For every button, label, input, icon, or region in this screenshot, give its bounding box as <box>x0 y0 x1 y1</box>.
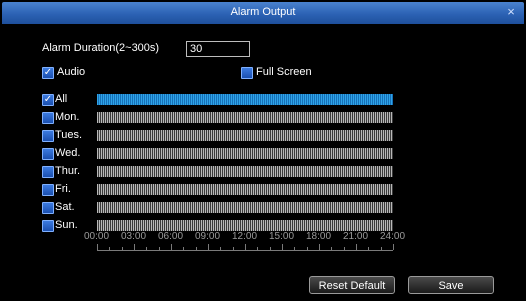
day-checkbox[interactable] <box>42 202 54 214</box>
major-tick <box>356 244 357 250</box>
day-label: All <box>55 93 68 105</box>
minor-tick <box>270 247 271 250</box>
day-checkbox[interactable] <box>42 220 54 232</box>
major-tick <box>282 244 283 250</box>
day-label: Fri. <box>55 183 71 195</box>
schedule-bar[interactable] <box>97 220 393 231</box>
day-label: Sun. <box>55 219 78 231</box>
day-label: Sat. <box>55 201 75 213</box>
schedule-bar[interactable] <box>97 166 393 177</box>
minor-tick <box>381 247 382 250</box>
time-label: 24:00 <box>380 231 406 242</box>
time-label: 21:00 <box>343 231 369 242</box>
major-tick <box>134 244 135 250</box>
minor-tick <box>294 247 295 250</box>
checkbox-icon: ✓ <box>43 67 53 78</box>
save-button[interactable]: Save <box>408 276 494 294</box>
day-label: Wed. <box>55 147 81 159</box>
time-label: 12:00 <box>232 231 258 242</box>
minor-tick <box>331 247 332 250</box>
day-checkbox[interactable]: ✓ <box>42 94 54 106</box>
time-label: 06:00 <box>158 231 184 242</box>
major-tick <box>319 244 320 250</box>
time-label: 03:00 <box>121 231 147 242</box>
major-tick <box>208 244 209 250</box>
day-label: Mon. <box>55 111 80 123</box>
full-screen-checkbox[interactable] <box>241 67 253 79</box>
time-axis <box>97 250 393 251</box>
time-label: 09:00 <box>195 231 221 242</box>
major-tick <box>171 244 172 250</box>
day-label: Tues. <box>55 129 83 141</box>
minor-tick <box>307 247 308 250</box>
minor-tick <box>159 247 160 250</box>
time-label: 00:00 <box>84 231 110 242</box>
window-title: Alarm Output <box>230 6 296 18</box>
day-label: Thur. <box>55 165 81 177</box>
duration-label: Alarm Duration(2~300s) <box>42 42 160 54</box>
minor-tick <box>196 247 197 250</box>
minor-tick <box>257 247 258 250</box>
time-label: 18:00 <box>306 231 332 242</box>
title-bar: Alarm Output × <box>2 2 524 24</box>
reset-default-button[interactable]: Reset Default <box>309 276 395 294</box>
day-checkbox[interactable] <box>42 112 54 124</box>
duration-input[interactable] <box>186 41 250 57</box>
major-tick <box>97 244 98 250</box>
minor-tick <box>344 247 345 250</box>
full-screen-label: Full Screen <box>256 66 312 78</box>
close-icon[interactable]: × <box>502 3 520 21</box>
day-checkbox[interactable] <box>42 130 54 142</box>
minor-tick <box>183 247 184 250</box>
minor-tick <box>233 247 234 250</box>
minor-tick <box>220 247 221 250</box>
schedule-bar[interactable] <box>97 184 393 195</box>
audio-checkbox[interactable]: ✓ <box>42 67 54 79</box>
schedule-bar[interactable] <box>97 94 393 105</box>
audio-label: Audio <box>57 66 86 78</box>
schedule-bar[interactable] <box>97 112 393 123</box>
minor-tick <box>122 247 123 250</box>
major-tick <box>245 244 246 250</box>
minor-tick <box>368 247 369 250</box>
minor-tick <box>146 247 147 250</box>
day-checkbox[interactable] <box>42 148 54 160</box>
day-checkbox[interactable] <box>42 166 54 178</box>
schedule-bar[interactable] <box>97 148 393 159</box>
day-checkbox[interactable] <box>42 184 54 196</box>
schedule-bar[interactable] <box>97 130 393 141</box>
minor-tick <box>109 247 110 250</box>
checkbox-icon: ✓ <box>43 94 53 105</box>
time-label: 15:00 <box>269 231 295 242</box>
major-tick <box>393 244 394 250</box>
schedule-bar[interactable] <box>97 202 393 213</box>
